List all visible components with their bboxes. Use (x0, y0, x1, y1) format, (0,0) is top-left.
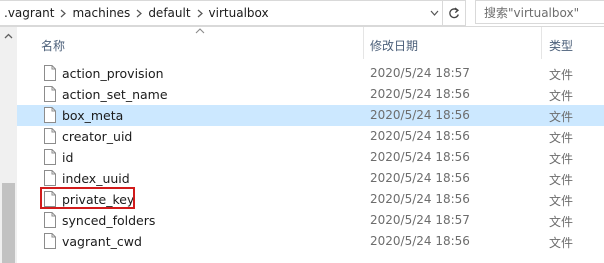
file-name: vagrant_cwd (62, 234, 142, 249)
file-row[interactable]: index_uuid 2020/5/24 18:56 文件 (17, 168, 604, 189)
file-icon (44, 170, 56, 186)
file-name: creator_uid (62, 129, 133, 144)
highlight-annotation-box (40, 187, 135, 209)
file-type: 文件 (549, 236, 574, 250)
file-name: box_meta (62, 108, 124, 123)
chevron-right-icon[interactable] (133, 2, 145, 24)
file-icon (44, 65, 56, 81)
file-name: action_set_name (62, 87, 168, 102)
chevron-down-icon[interactable] (426, 2, 442, 24)
file-modified-date: 2020/5/24 18:56 (370, 108, 470, 122)
file-row[interactable]: action_set_name 2020/5/24 18:56 文件 (17, 84, 604, 105)
column-header-name[interactable]: 名称 (41, 37, 65, 54)
file-row[interactable]: vagrant_cwd 2020/5/24 18:56 文件 (17, 231, 604, 252)
file-icon (44, 107, 56, 123)
column-header-type[interactable]: 类型 (549, 37, 573, 54)
file-icon (44, 86, 56, 102)
file-name: id (62, 150, 74, 165)
vertical-scrollbar[interactable] (0, 27, 17, 263)
scroll-up-arrow-icon[interactable] (0, 29, 17, 43)
file-row[interactable]: action_provision 2020/5/24 18:57 文件 (17, 63, 604, 84)
file-icon (44, 212, 56, 228)
column-header: 名称 修改日期 类型 (17, 27, 604, 59)
file-row[interactable]: creator_uid 2020/5/24 18:56 文件 (17, 126, 604, 147)
chevron-right-icon[interactable] (194, 2, 206, 24)
address-bar: .vagrant machines default virtualbox 搜索"… (0, 0, 604, 27)
file-modified-date: 2020/5/24 18:57 (370, 213, 470, 227)
file-type: 文件 (549, 194, 574, 208)
file-name: action_provision (62, 66, 164, 81)
sort-ascending-icon (195, 28, 205, 34)
file-row[interactable]: synced_folders 2020/5/24 18:57 文件 (17, 210, 604, 231)
file-modified-date: 2020/5/24 18:56 (370, 150, 470, 164)
breadcrumb-item-default[interactable]: default (145, 2, 193, 24)
file-modified-date: 2020/5/24 18:56 (370, 87, 470, 101)
file-type: 文件 (549, 89, 574, 103)
file-icon (44, 233, 56, 249)
file-row[interactable]: id 2020/5/24 18:56 文件 (17, 147, 604, 168)
file-type: 文件 (549, 152, 574, 166)
file-modified-date: 2020/5/24 18:57 (370, 66, 470, 80)
column-divider[interactable] (541, 27, 542, 59)
file-row[interactable]: box_meta 2020/5/24 18:56 文件 (17, 105, 604, 126)
file-modified-date: 2020/5/24 18:56 (370, 129, 470, 143)
file-modified-date: 2020/5/24 18:56 (370, 234, 470, 248)
scroll-thumb[interactable] (2, 183, 15, 263)
file-icon (44, 149, 56, 165)
file-modified-date: 2020/5/24 18:56 (370, 171, 470, 185)
breadcrumb-item-machines[interactable]: machines (69, 2, 133, 24)
file-row[interactable]: private_key 2020/5/24 18:56 文件 (17, 187, 604, 210)
file-type: 文件 (549, 110, 574, 124)
file-name: index_uuid (62, 171, 130, 186)
refresh-button[interactable] (443, 0, 466, 26)
refresh-icon (449, 6, 460, 18)
breadcrumb[interactable]: .vagrant machines default virtualbox (0, 0, 443, 26)
file-modified-date: 2020/5/24 18:56 (370, 192, 470, 206)
file-list: action_provision 2020/5/24 18:57 文件 action_… (17, 63, 604, 252)
file-name: synced_folders (62, 213, 156, 228)
file-type: 文件 (549, 215, 574, 229)
file-icon (44, 128, 56, 144)
chevron-right-icon[interactable] (57, 2, 69, 24)
column-divider[interactable] (363, 27, 364, 59)
breadcrumb-item-virtualbox[interactable]: virtualbox (206, 2, 272, 24)
search-input[interactable]: 搜索"virtualbox" (475, 0, 604, 24)
breadcrumb-item-vagrant[interactable]: .vagrant (0, 2, 57, 24)
file-type: 文件 (549, 131, 574, 145)
column-header-modified[interactable]: 修改日期 (370, 37, 418, 54)
file-type: 文件 (549, 173, 574, 187)
file-type: 文件 (549, 68, 574, 82)
